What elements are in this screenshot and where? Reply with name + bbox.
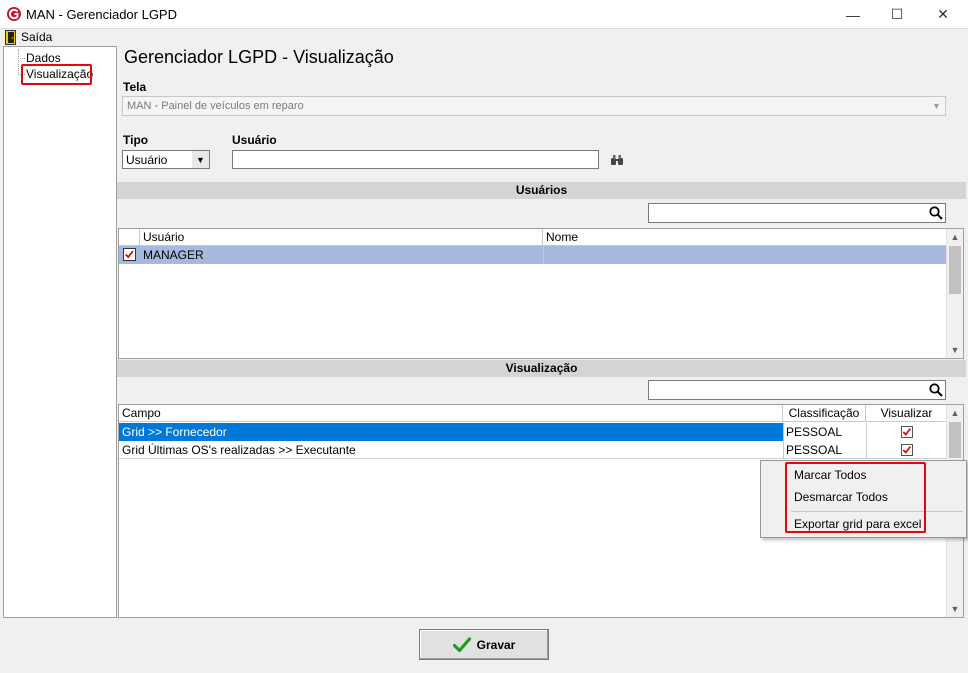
row-checkbox[interactable] — [123, 248, 136, 261]
binoculars-icon[interactable] — [610, 154, 624, 166]
column-divider — [866, 423, 867, 441]
navigation-tree: Dados Visualização — [3, 46, 117, 618]
column-divider — [543, 246, 544, 264]
classificacao-cell: PESSOAL — [786, 425, 843, 439]
chevron-down-icon[interactable]: ▼ — [928, 97, 945, 115]
tela-select[interactable]: MAN - Painel de veículos em reparo — [122, 96, 946, 116]
usuarios-search-input[interactable] — [648, 203, 946, 223]
column-header-usuario[interactable]: Usuário — [140, 229, 543, 246]
search-icon[interactable] — [929, 383, 943, 397]
window-title: MAN - Gerenciador LGPD — [26, 7, 177, 22]
search-icon[interactable] — [929, 206, 943, 220]
vertical-scrollbar[interactable]: ▲ ▼ — [946, 229, 963, 358]
maximize-button[interactable]: ☐ — [874, 0, 920, 29]
checkmark-icon — [902, 446, 911, 454]
chevron-down-icon[interactable]: ▼ — [947, 342, 963, 358]
usuarios-section-header: Usuários — [117, 182, 966, 199]
exit-door-icon[interactable] — [5, 30, 16, 45]
chevron-down-icon[interactable]: ▼ — [947, 601, 963, 617]
title-bar: MAN - Gerenciador LGPD — ☐ ✕ — [0, 0, 968, 29]
exit-menu-item[interactable]: Saída — [21, 30, 52, 44]
visualizacao-search-input[interactable] — [648, 380, 946, 400]
highlight-box — [21, 64, 92, 85]
save-button[interactable]: Gravar — [419, 629, 549, 660]
visualizar-checkbox[interactable] — [901, 444, 913, 456]
table-row[interactable]: Grid Últimas OS's realizadas >> Executan… — [119, 441, 947, 459]
checkmark-icon — [902, 428, 911, 436]
scroll-thumb[interactable] — [949, 422, 961, 458]
chevron-up-icon[interactable]: ▲ — [947, 405, 963, 421]
minimize-button[interactable]: — — [830, 0, 876, 29]
column-divider — [783, 423, 784, 441]
column-divider — [866, 441, 867, 459]
visualizar-checkbox[interactable] — [901, 426, 913, 438]
campo-cell: Grid Últimas OS's realizadas >> Executan… — [122, 443, 356, 457]
usuarios-grid: Usuário Nome MANAGER ▲ ▼ — [118, 228, 964, 359]
visualizacao-section-header: Visualização — [117, 360, 966, 377]
tela-label: Tela — [123, 80, 147, 94]
close-button[interactable]: ✕ — [920, 0, 966, 29]
campo-cell: Grid >> Fornecedor — [122, 425, 227, 439]
column-header-campo[interactable]: Campo — [119, 405, 783, 422]
tipo-label: Tipo — [123, 133, 149, 147]
usuario-label: Usuário — [232, 133, 277, 147]
man-logo-icon — [7, 7, 21, 21]
checkmark-icon — [125, 250, 134, 259]
column-header-visualizar[interactable]: Visualizar — [866, 405, 948, 422]
usuario-cell: MANAGER — [143, 248, 204, 262]
save-button-label: Gravar — [476, 637, 516, 652]
checkmark-icon — [452, 636, 471, 652]
classificacao-cell: PESSOAL — [786, 443, 843, 457]
chevron-down-icon[interactable]: ▼ — [192, 151, 209, 168]
scroll-thumb[interactable] — [949, 246, 961, 294]
column-header-nome[interactable]: Nome — [543, 229, 948, 246]
column-header-check — [119, 229, 140, 246]
table-row[interactable]: MANAGER — [119, 246, 947, 264]
tree-item-dados[interactable]: Dados — [26, 51, 61, 65]
highlight-box — [785, 462, 926, 533]
page-title: Gerenciador LGPD - Visualização — [124, 47, 394, 67]
usuario-input[interactable] — [232, 150, 599, 169]
menu-bar: Saída — [0, 29, 968, 46]
column-header-classificacao[interactable]: Classificação — [783, 405, 866, 422]
chevron-up-icon[interactable]: ▲ — [947, 229, 963, 245]
table-row[interactable]: Grid >> Fornecedor PESSOAL — [119, 423, 948, 441]
column-divider — [783, 441, 784, 459]
